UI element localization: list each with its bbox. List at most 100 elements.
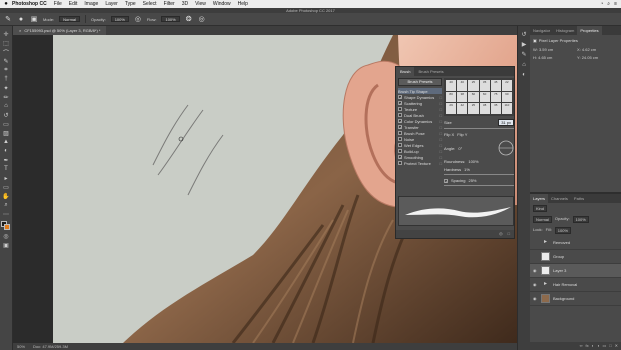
spacing-field[interactable]: 25% <box>468 178 476 183</box>
h-field[interactable]: 4.65 cm <box>538 55 552 60</box>
new-group-icon[interactable]: ▭ <box>602 342 606 350</box>
layer-row-layer-3[interactable]: ◉ Layer 3 <box>530 264 621 278</box>
screen-mode-icon[interactable]: ▣ <box>2 241 11 249</box>
checkbox[interactable]: ✓ <box>398 119 402 124</box>
brush-tool-icon[interactable]: ✏ <box>2 93 11 101</box>
option-protect-texture[interactable]: Protect Texture □ <box>398 160 442 166</box>
menu-3d[interactable]: 3D <box>182 1 188 7</box>
tab-properties[interactable]: Properties <box>577 26 602 35</box>
zoom-level[interactable]: 50% <box>17 343 25 350</box>
pressure-size-icon[interactable]: ◎ <box>198 15 206 23</box>
roundness-field[interactable]: 100% <box>468 159 478 164</box>
checkbox[interactable] <box>398 149 402 153</box>
eye-icon[interactable]: ◉ <box>533 282 538 287</box>
checkbox[interactable] <box>398 107 402 111</box>
list-icon[interactable]: ≡ <box>614 1 617 7</box>
quick-mask-icon[interactable]: ◎ <box>2 232 11 240</box>
eyedropper-tool-icon[interactable]: † <box>2 75 11 83</box>
brush-tip[interactable]: 42 <box>457 103 468 114</box>
move-tool-icon[interactable]: ✛ <box>2 30 11 38</box>
brush-tip[interactable]: 38 <box>457 91 468 103</box>
angle-roundness-widget[interactable] <box>498 140 514 156</box>
new-layer-icon[interactable]: □ <box>609 342 611 350</box>
brush-tip[interactable]: 60 <box>479 91 490 103</box>
checkbox[interactable]: ✓ <box>398 95 402 100</box>
size-field[interactable]: 31 px <box>498 119 514 126</box>
lock-icon[interactable]: □ <box>440 143 442 148</box>
fx-icon[interactable]: fx <box>585 342 588 350</box>
link-icon[interactable]: ∞ <box>580 342 583 350</box>
opacity-field[interactable]: 100% <box>110 16 129 22</box>
brush-tip[interactable]: 40 <box>457 80 468 91</box>
adjustment-icon[interactable]: ◑ <box>597 342 599 350</box>
lock-icon[interactable]: □ <box>440 95 442 100</box>
wifi-icon[interactable]: ◔ <box>600 1 603 7</box>
airbrush-icon[interactable]: ❂ <box>185 15 193 23</box>
gradient-tool-icon[interactable]: ▨ <box>2 129 11 137</box>
actions-icon[interactable]: ▶ <box>520 42 528 49</box>
menu-select[interactable]: Select <box>143 1 157 7</box>
menu-image[interactable]: Image <box>84 1 98 7</box>
type-tool-icon[interactable]: T <box>2 165 11 173</box>
history-icon[interactable]: ↺ <box>520 32 528 39</box>
checkbox[interactable] <box>398 137 402 141</box>
checkbox[interactable] <box>398 143 402 147</box>
eye-icon[interactable]: ◉ <box>533 296 538 301</box>
brush-tip[interactable]: 110 <box>501 103 512 114</box>
checkbox[interactable] <box>398 113 402 117</box>
blend-mode-select[interactable]: Normal <box>533 216 552 223</box>
mode-select[interactable]: Normal <box>59 16 81 22</box>
blur-tool-icon[interactable]: ▲ <box>2 138 11 146</box>
lock-icon[interactable]: □ <box>440 113 442 118</box>
tab-navigator[interactable]: Navigator <box>530 26 553 35</box>
brush-tip[interactable]: 35 <box>479 80 490 91</box>
menu-file[interactable]: File <box>54 1 62 7</box>
menu-filter[interactable]: Filter <box>164 1 175 7</box>
menu-type[interactable]: Type <box>125 1 136 7</box>
brush-tip[interactable]: 35 <box>490 103 501 114</box>
hardness-slider[interactable] <box>444 174 514 175</box>
brush-tip[interactable]: 60 <box>501 91 512 103</box>
w-field[interactable]: 3.59 cm <box>539 47 553 52</box>
clone-stamp-tool-icon[interactable]: ⌂ <box>2 102 11 110</box>
marquee-tool-icon[interactable]: ⬚ <box>2 39 11 47</box>
document-tab[interactable]: × CF155993.psd @ 50% (Layer 3, RGB/8*) * <box>13 26 107 35</box>
checkbox[interactable]: ✓ <box>398 155 402 160</box>
lock-icon[interactable]: □ <box>440 107 442 112</box>
clone-source-icon[interactable]: ⌂ <box>520 62 528 69</box>
flip-y-checkbox[interactable]: Flip Y <box>457 132 467 137</box>
zoom-tool-icon[interactable]: ⌕ <box>2 201 11 209</box>
search-icon[interactable]: ⌕ <box>607 1 610 7</box>
tab-paths[interactable]: Paths <box>571 194 587 203</box>
menu-edit[interactable]: Edit <box>69 1 78 7</box>
lock-icon[interactable]: □ <box>440 125 442 130</box>
y-field[interactable]: 24.05 cm <box>582 55 598 60</box>
lock-icon[interactable]: □ <box>440 137 442 142</box>
brush-tip[interactable]: 75 <box>490 91 501 103</box>
adjustments-icon[interactable]: ◐ <box>520 72 528 79</box>
close-icon[interactable]: × <box>19 26 21 35</box>
brush-tip[interactable]: 29 <box>446 103 457 114</box>
trash-icon[interactable]: ✕ <box>615 342 618 350</box>
x-field[interactable]: 4.62 cm <box>582 47 596 52</box>
hardness-field[interactable]: 1% <box>464 167 470 172</box>
lock-icon[interactable]: □ <box>440 161 442 166</box>
layer-opacity-field[interactable]: 100% <box>572 216 589 223</box>
color-swatches[interactable] <box>1 221 11 231</box>
layer-row-hair-removal[interactable]: ◉ ▸ Hair Removal <box>530 278 621 292</box>
background-color[interactable] <box>4 224 10 230</box>
shape-tool-icon[interactable]: ▭ <box>2 183 11 191</box>
app-menu[interactable]: Photoshop CC <box>12 1 47 7</box>
layer-row-removed[interactable]: ▸ Removed <box>530 236 621 250</box>
path-select-tool-icon[interactable]: ▸ <box>2 174 11 182</box>
brush-tip[interactable]: 40 <box>446 80 457 91</box>
menu-window[interactable]: Window <box>213 1 231 7</box>
menu-layer[interactable]: Layer <box>105 1 118 7</box>
history-brush-tool-icon[interactable]: ↺ <box>2 111 11 119</box>
angle-field[interactable]: 0° <box>458 146 462 151</box>
brush-panel-toggle-icon[interactable]: ▣ <box>30 15 38 23</box>
brush-preset-picker[interactable]: ● <box>17 15 25 23</box>
mask-icon[interactable]: ◐ <box>592 342 594 350</box>
checkbox[interactable]: ✓ <box>398 101 402 106</box>
crop-tool-icon[interactable]: ⌗ <box>2 66 11 74</box>
